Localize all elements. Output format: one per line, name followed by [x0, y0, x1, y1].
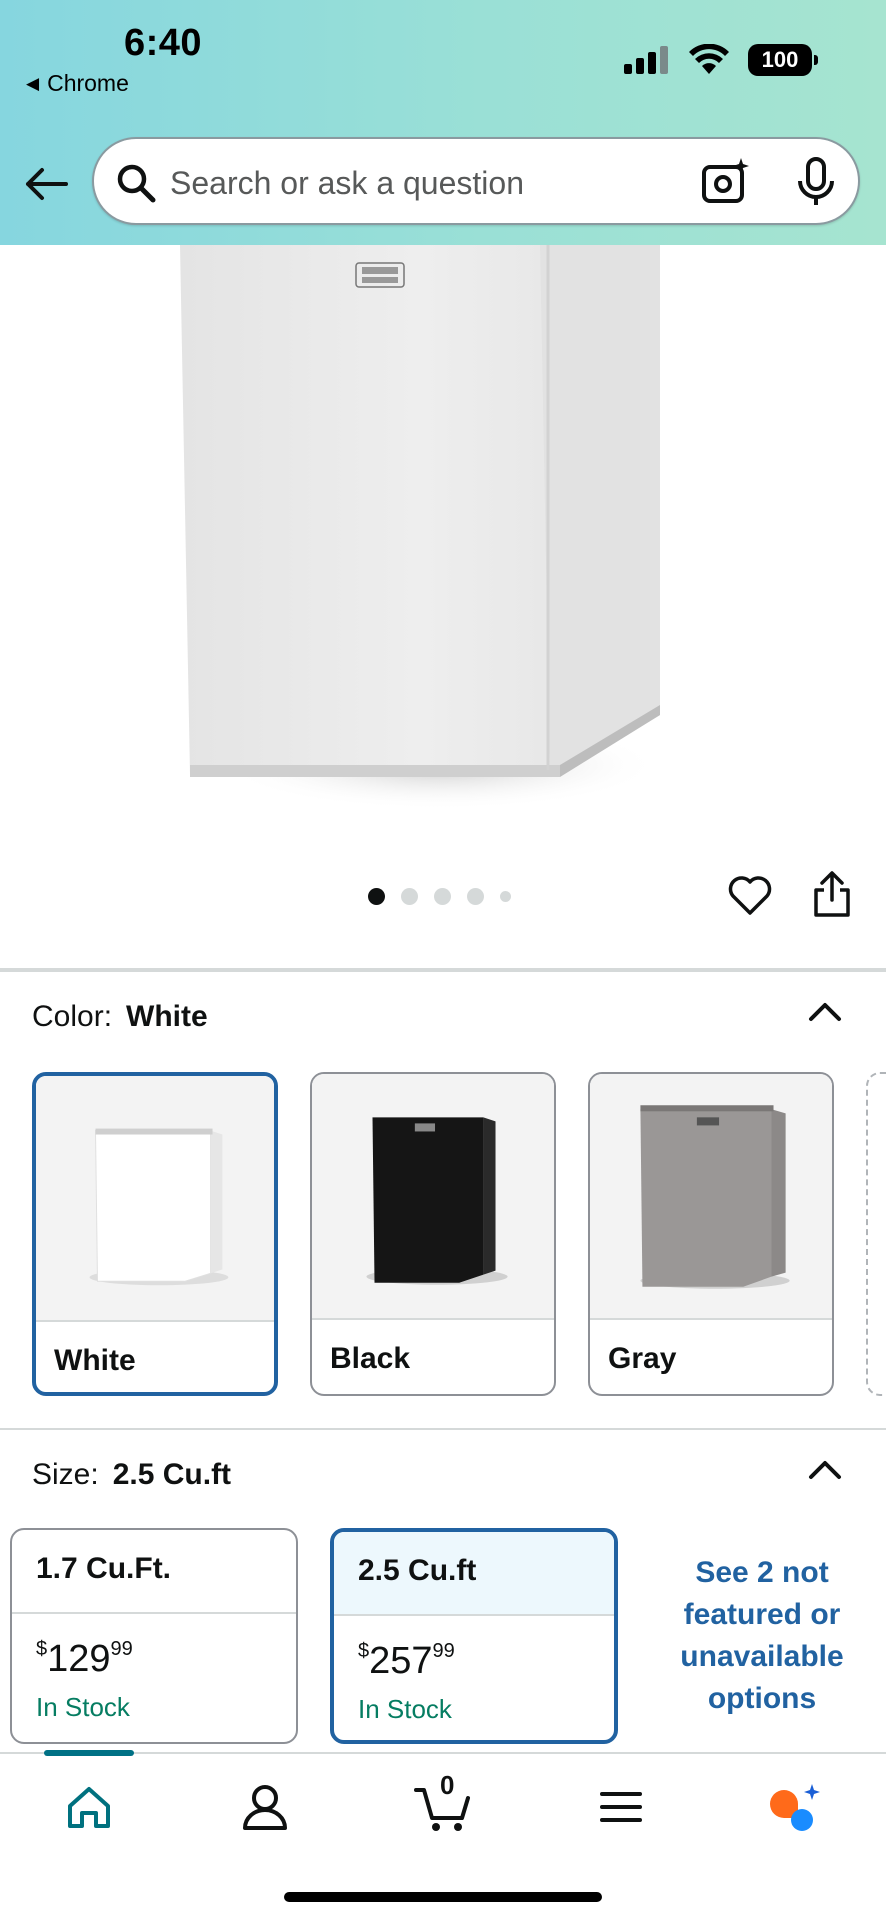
- battery-icon: 100: [748, 44, 818, 76]
- stock-status: In Stock: [36, 1692, 130, 1722]
- color-selected-value: White: [126, 1000, 208, 1033]
- size-option-price: $12999: [36, 1638, 133, 1680]
- carousel-dot[interactable]: [368, 888, 385, 905]
- carousel-dot[interactable]: [500, 891, 511, 902]
- camera-search-icon[interactable]: [700, 157, 750, 207]
- wifi-icon: [689, 44, 729, 74]
- microphone-icon[interactable]: [794, 157, 838, 207]
- back-triangle-icon: ◀: [26, 73, 40, 93]
- section-divider: [0, 968, 886, 972]
- home-icon[interactable]: [62, 1780, 116, 1834]
- size-option-name: 1.7 Cu.Ft.: [36, 1552, 172, 1585]
- see-more-options-link[interactable]: See 2 not featured or unavailable option…: [642, 1552, 882, 1720]
- swatch-divider: [36, 1320, 274, 1322]
- size-option-1-7[interactable]: 1.7 Cu.Ft. $12999 In Stock: [10, 1528, 298, 1744]
- carousel-dot[interactable]: [434, 888, 451, 905]
- size-option-price: $25799: [358, 1640, 455, 1682]
- status-time: 6:40: [124, 22, 203, 64]
- color-option-gray[interactable]: Gray: [588, 1072, 834, 1396]
- search-icon: [117, 164, 156, 203]
- share-icon[interactable]: [812, 870, 852, 918]
- stock-status: In Stock: [358, 1694, 452, 1724]
- size-label: Size: 2.5 Cu.ft: [32, 1458, 231, 1492]
- back-arrow-icon[interactable]: [22, 160, 70, 208]
- carousel-dot[interactable]: [467, 888, 484, 905]
- image-carousel-dots[interactable]: [368, 888, 511, 905]
- cart-count-badge: 0: [440, 1770, 455, 1800]
- cellular-signal-icon: [624, 46, 668, 74]
- back-app-label: Chrome: [47, 70, 129, 96]
- carousel-dot[interactable]: [401, 888, 418, 905]
- fridge-white-thumbnail: [36, 1076, 274, 1320]
- size-option-name: 2.5 Cu.ft: [358, 1554, 477, 1587]
- color-option-label: Gray: [608, 1342, 677, 1375]
- color-label-text: Color:: [32, 1000, 113, 1033]
- color-option-label: Black: [330, 1342, 411, 1375]
- fridge-black-thumbnail: [312, 1074, 554, 1318]
- chevron-up-icon[interactable]: [808, 1000, 842, 1022]
- product-image[interactable]: [180, 245, 720, 815]
- size-divider: [12, 1612, 296, 1614]
- chevron-up-icon[interactable]: [808, 1458, 842, 1480]
- app-header: 6:40 ◀ Chrome 100 Search or ask a questi…: [0, 0, 886, 245]
- account-icon[interactable]: [238, 1780, 292, 1834]
- swatch-divider: [312, 1318, 554, 1320]
- size-label-text: Size:: [32, 1458, 99, 1491]
- swatch-divider: [590, 1318, 832, 1320]
- active-tab-indicator: [44, 1750, 134, 1756]
- size-selected-value: 2.5 Cu.ft: [112, 1458, 232, 1491]
- search-input[interactable]: Search or ask a question: [170, 165, 524, 202]
- color-option-black[interactable]: Black: [310, 1072, 556, 1396]
- home-indicator-bar: [284, 1892, 602, 1902]
- color-label: Color: White: [32, 1000, 208, 1034]
- color-option-label: White: [54, 1344, 136, 1377]
- color-option-white[interactable]: White: [32, 1072, 278, 1396]
- rufus-assistant-icon[interactable]: [766, 1780, 822, 1834]
- size-option-header: 2.5 Cu.ft: [334, 1532, 614, 1614]
- size-divider: [334, 1614, 614, 1616]
- size-option-header: 1.7 Cu.Ft.: [12, 1530, 296, 1612]
- status-icons: 100: [624, 44, 818, 76]
- menu-icon[interactable]: [594, 1780, 648, 1834]
- color-option-more[interactable]: [866, 1072, 886, 1396]
- search-bar[interactable]: Search or ask a question: [92, 137, 860, 225]
- heart-icon[interactable]: [727, 873, 773, 919]
- back-to-app-link[interactable]: ◀ Chrome: [26, 70, 129, 97]
- battery-level: 100: [761, 47, 799, 72]
- size-option-2-5[interactable]: 2.5 Cu.ft $25799 In Stock: [330, 1528, 618, 1744]
- fridge-gray-thumbnail: [590, 1074, 832, 1318]
- section-divider: [0, 1428, 886, 1430]
